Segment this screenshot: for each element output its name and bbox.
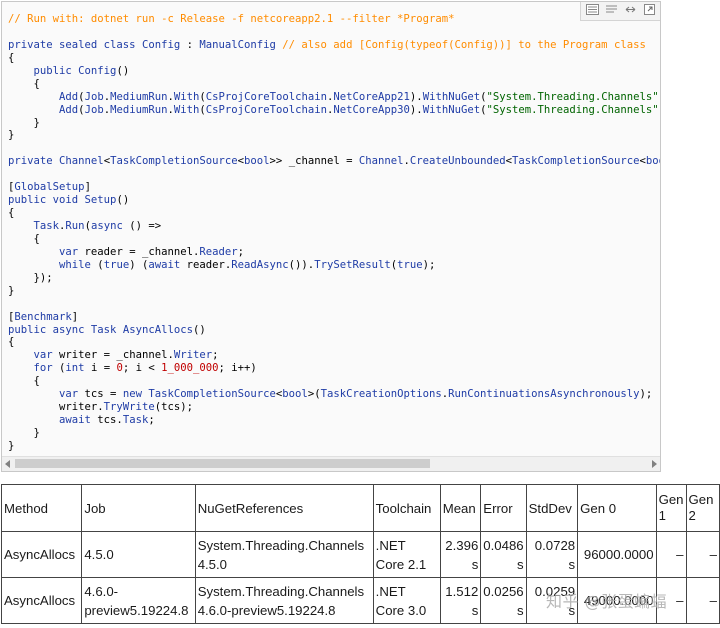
header-gen1: Gen 1 [655,484,687,532]
code-line: } [8,129,15,142]
code-toolbar [580,2,660,21]
cell-toolchain: .NET Core 2.1 [372,531,441,578]
code-line: Add(Job.MediumRun.With(CsProjCoreToolcha… [59,103,660,116]
code-line: var writer = _channel.Writer; [33,349,219,362]
cell-job: 4.5.0 [81,531,196,578]
watermark: 知乎 @张蛋蝙蝠 [546,592,668,611]
cell-nuget: System.Threading.Channels 4.5.0 [194,531,374,578]
code-line: { [8,232,40,245]
view-source-icon[interactable] [584,3,600,16]
horizontal-scrollbar[interactable] [2,456,660,471]
cell-stddev: 0.0728 s [525,531,579,578]
source-code: // Run with: dotnet run -c Release -f ne… [2,2,660,453]
code-line: } [8,284,15,297]
code-line: [GlobalSetup] [8,181,91,194]
code-area: // Run with: dotnet run -c Release -f ne… [2,2,660,457]
code-line: var tcs = new TaskCompletionSource<bool>… [59,388,653,401]
scroll-right-icon[interactable] [652,460,657,468]
code-line: private sealed class Config : ManualConf… [8,38,646,51]
cell-gen2: – [685,577,720,624]
table-row: AsyncAllocs 4.5.0 System.Threading.Chann… [0,531,720,578]
code-line: { [8,207,15,220]
scrollbar-thumb[interactable] [15,459,430,468]
code-line: }); [8,271,53,284]
code-line: [Benchmark] [8,310,79,323]
open-new-window-icon[interactable] [641,3,657,16]
cell-gen2: – [685,531,720,578]
code-line: { [8,375,40,388]
cell-gen1: – [655,531,687,578]
header-toolchain: Toolchain [372,484,441,532]
code-line: public void Setup() [8,194,130,207]
cell-nuget: System.Threading.Channels 4.6.0-preview5… [194,577,374,624]
code-line: } [8,116,40,129]
cell-toolchain: .NET Core 3.0 [372,577,441,624]
cell-job: 4.6.0-preview5.19224.8 [81,577,196,624]
code-line: var reader = _channel.Reader; [59,245,245,258]
code-line: while (true) (await reader.ReadAsync()).… [59,258,436,271]
code-viewer: // Run with: dotnet run -c Release -f ne… [1,1,661,472]
wrap-toggle-icon[interactable] [622,3,638,16]
header-method: Method [0,484,83,532]
code-line: private Channel<TaskCompletionSource<boo… [8,155,660,168]
code-line: writer.TryWrite(tcs); [8,401,193,414]
code-line: public async Task AsyncAllocs() [8,323,206,336]
cell-error: 0.0486 s [480,531,527,578]
scroll-left-icon[interactable] [5,460,10,468]
cell-error: 0.0256 s [480,577,527,624]
code-line: for (int i = 0; i < 1_000_000; i++) [33,362,257,375]
code-line: { [8,51,15,64]
code-line: } [8,427,40,439]
cell-mean: 2.396 s [439,531,482,578]
code-line: public Config() [33,64,130,77]
copy-icon[interactable] [603,3,619,16]
header-job: Job [81,484,196,532]
header-error: Error [480,484,527,532]
header-mean: Mean [439,484,482,532]
code-line: Task.Run(async () => [33,220,162,232]
cell-method: AsyncAllocs [0,531,83,578]
code-line: Add(Job.MediumRun.With(CsProjCoreToolcha… [59,90,660,103]
cell-gen0: 96000.0000 [577,531,657,578]
table-header-row: Method Job NuGetReferences Toolchain Mea… [0,484,720,532]
cell-method: AsyncAllocs [0,577,83,624]
cell-mean: 1.512 s [439,577,482,624]
code-line: await tcs.Task; [59,414,155,427]
code-line: { [8,336,15,349]
header-stddev: StdDev [525,484,579,532]
code-line: { [8,77,40,90]
code-line: // Run with: dotnet run -c Release -f ne… [8,13,455,25]
code-line: } [8,439,15,452]
header-gen0: Gen 0 [577,484,657,532]
header-nuget-references: NuGetReferences [194,484,374,532]
header-gen2: Gen 2 [685,484,720,532]
